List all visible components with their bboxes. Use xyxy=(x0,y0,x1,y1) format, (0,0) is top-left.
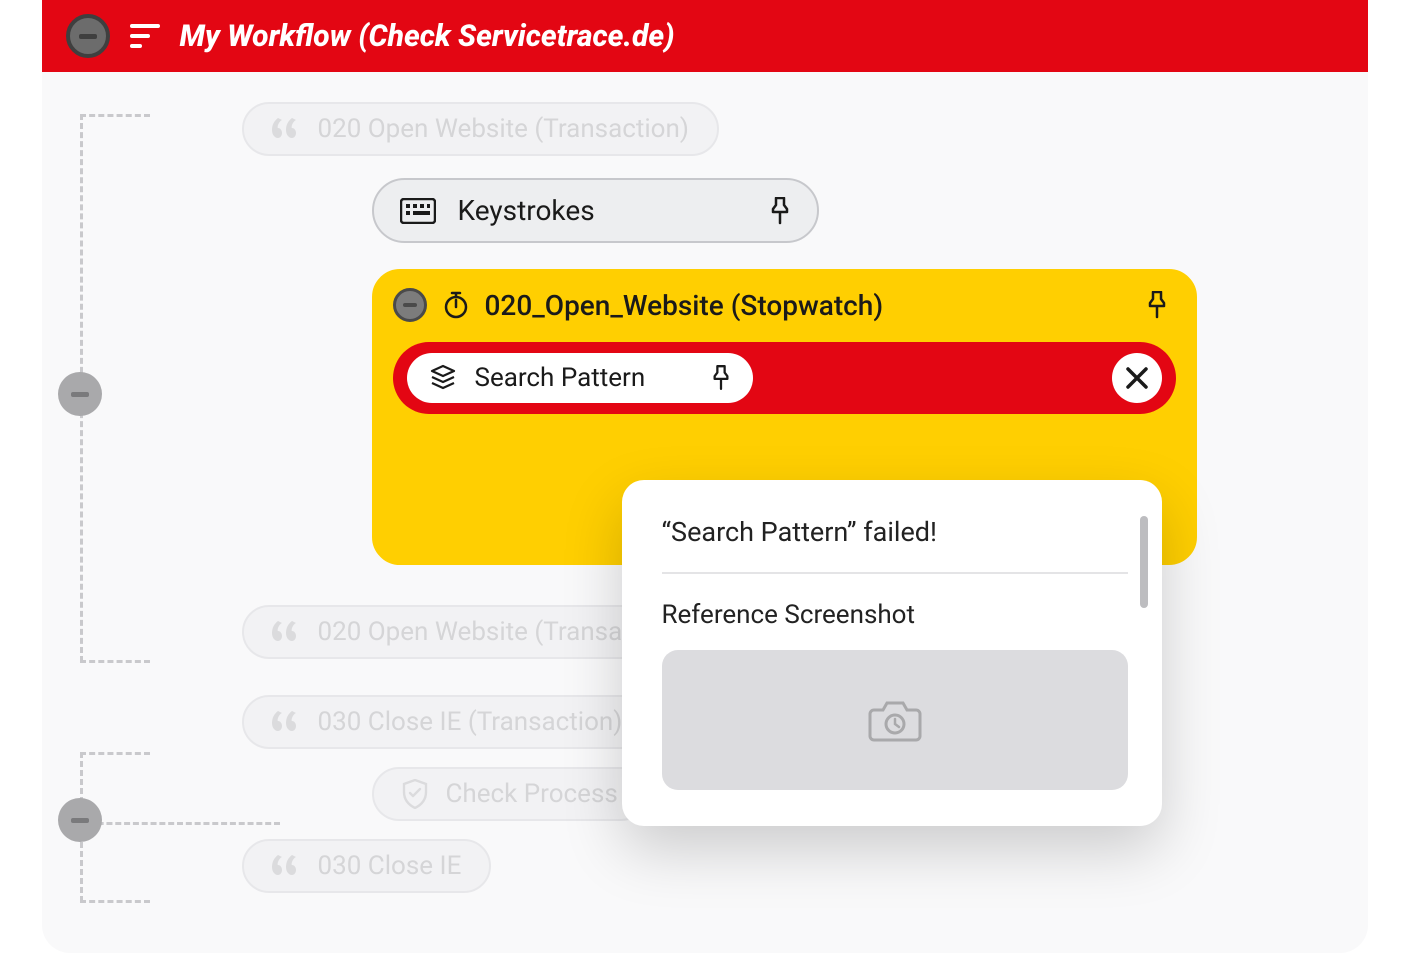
scrollbar-thumb[interactable] xyxy=(1140,516,1148,608)
branch-collapse-button[interactable] xyxy=(58,372,102,416)
node-keystrokes[interactable]: Keystrokes xyxy=(372,178,1328,243)
node-label: 030 Close IE (Transaction) xyxy=(318,707,623,737)
popup-title: “Search Pattern” failed! xyxy=(662,516,1128,548)
quote-icon xyxy=(272,711,300,733)
connector-line xyxy=(80,752,150,755)
connector-line xyxy=(80,900,150,903)
shield-check-icon xyxy=(402,779,428,809)
node-label: 030 Close IE xyxy=(318,851,462,881)
workflow-title: My Workflow (Check Servicetrace.de) xyxy=(180,19,675,54)
collapse-all-button[interactable] xyxy=(66,14,110,58)
error-node[interactable]: Search Pattern xyxy=(393,342,1176,414)
node-step[interactable]: 030 Close IE xyxy=(242,839,1328,893)
layers-icon xyxy=(429,364,457,392)
node-label: 020 Open Website (Transaction) xyxy=(318,114,689,144)
titlebar: My Workflow (Check Servicetrace.de) xyxy=(42,0,1368,72)
workflow-canvas: 020 Open Website (Transaction) Keystroke… xyxy=(42,72,1368,953)
quote-icon xyxy=(272,621,300,643)
node-label: Keystrokes xyxy=(458,194,595,227)
pin-icon[interactable] xyxy=(1146,291,1168,319)
branch-collapse-button[interactable] xyxy=(58,798,102,842)
workflow-window: My Workflow (Check Servicetrace.de) 020 … xyxy=(42,0,1368,953)
keyboard-icon xyxy=(400,198,436,224)
scrollbar[interactable] xyxy=(1140,516,1148,816)
quote-icon xyxy=(272,855,300,877)
stopwatch-icon xyxy=(443,291,469,319)
node-label: 020_Open_Website (Stopwatch) xyxy=(485,289,884,322)
node-label: Search Pattern xyxy=(475,363,646,393)
menu-icon[interactable] xyxy=(130,24,160,48)
close-button[interactable] xyxy=(1112,353,1162,403)
camera-icon xyxy=(868,698,922,742)
quote-icon xyxy=(272,118,300,140)
stopwatch-header[interactable]: 020_Open_Website (Stopwatch) xyxy=(375,272,1194,342)
pin-icon[interactable] xyxy=(711,365,731,391)
node-label: Check Process xyxy=(446,779,618,809)
collapse-button[interactable] xyxy=(393,288,427,322)
divider xyxy=(662,572,1128,574)
error-popup: “Search Pattern” failed! Reference Scree… xyxy=(622,480,1162,826)
connector-line xyxy=(80,114,150,117)
connector-line xyxy=(80,822,280,825)
popup-section-label: Reference Screenshot xyxy=(662,600,1128,630)
screenshot-placeholder[interactable] xyxy=(662,650,1128,790)
pin-icon[interactable] xyxy=(769,197,791,225)
search-pattern-chip[interactable]: Search Pattern xyxy=(407,353,754,403)
connector-line xyxy=(80,660,150,663)
node-transaction[interactable]: 020 Open Website (Transaction) xyxy=(242,102,1328,156)
